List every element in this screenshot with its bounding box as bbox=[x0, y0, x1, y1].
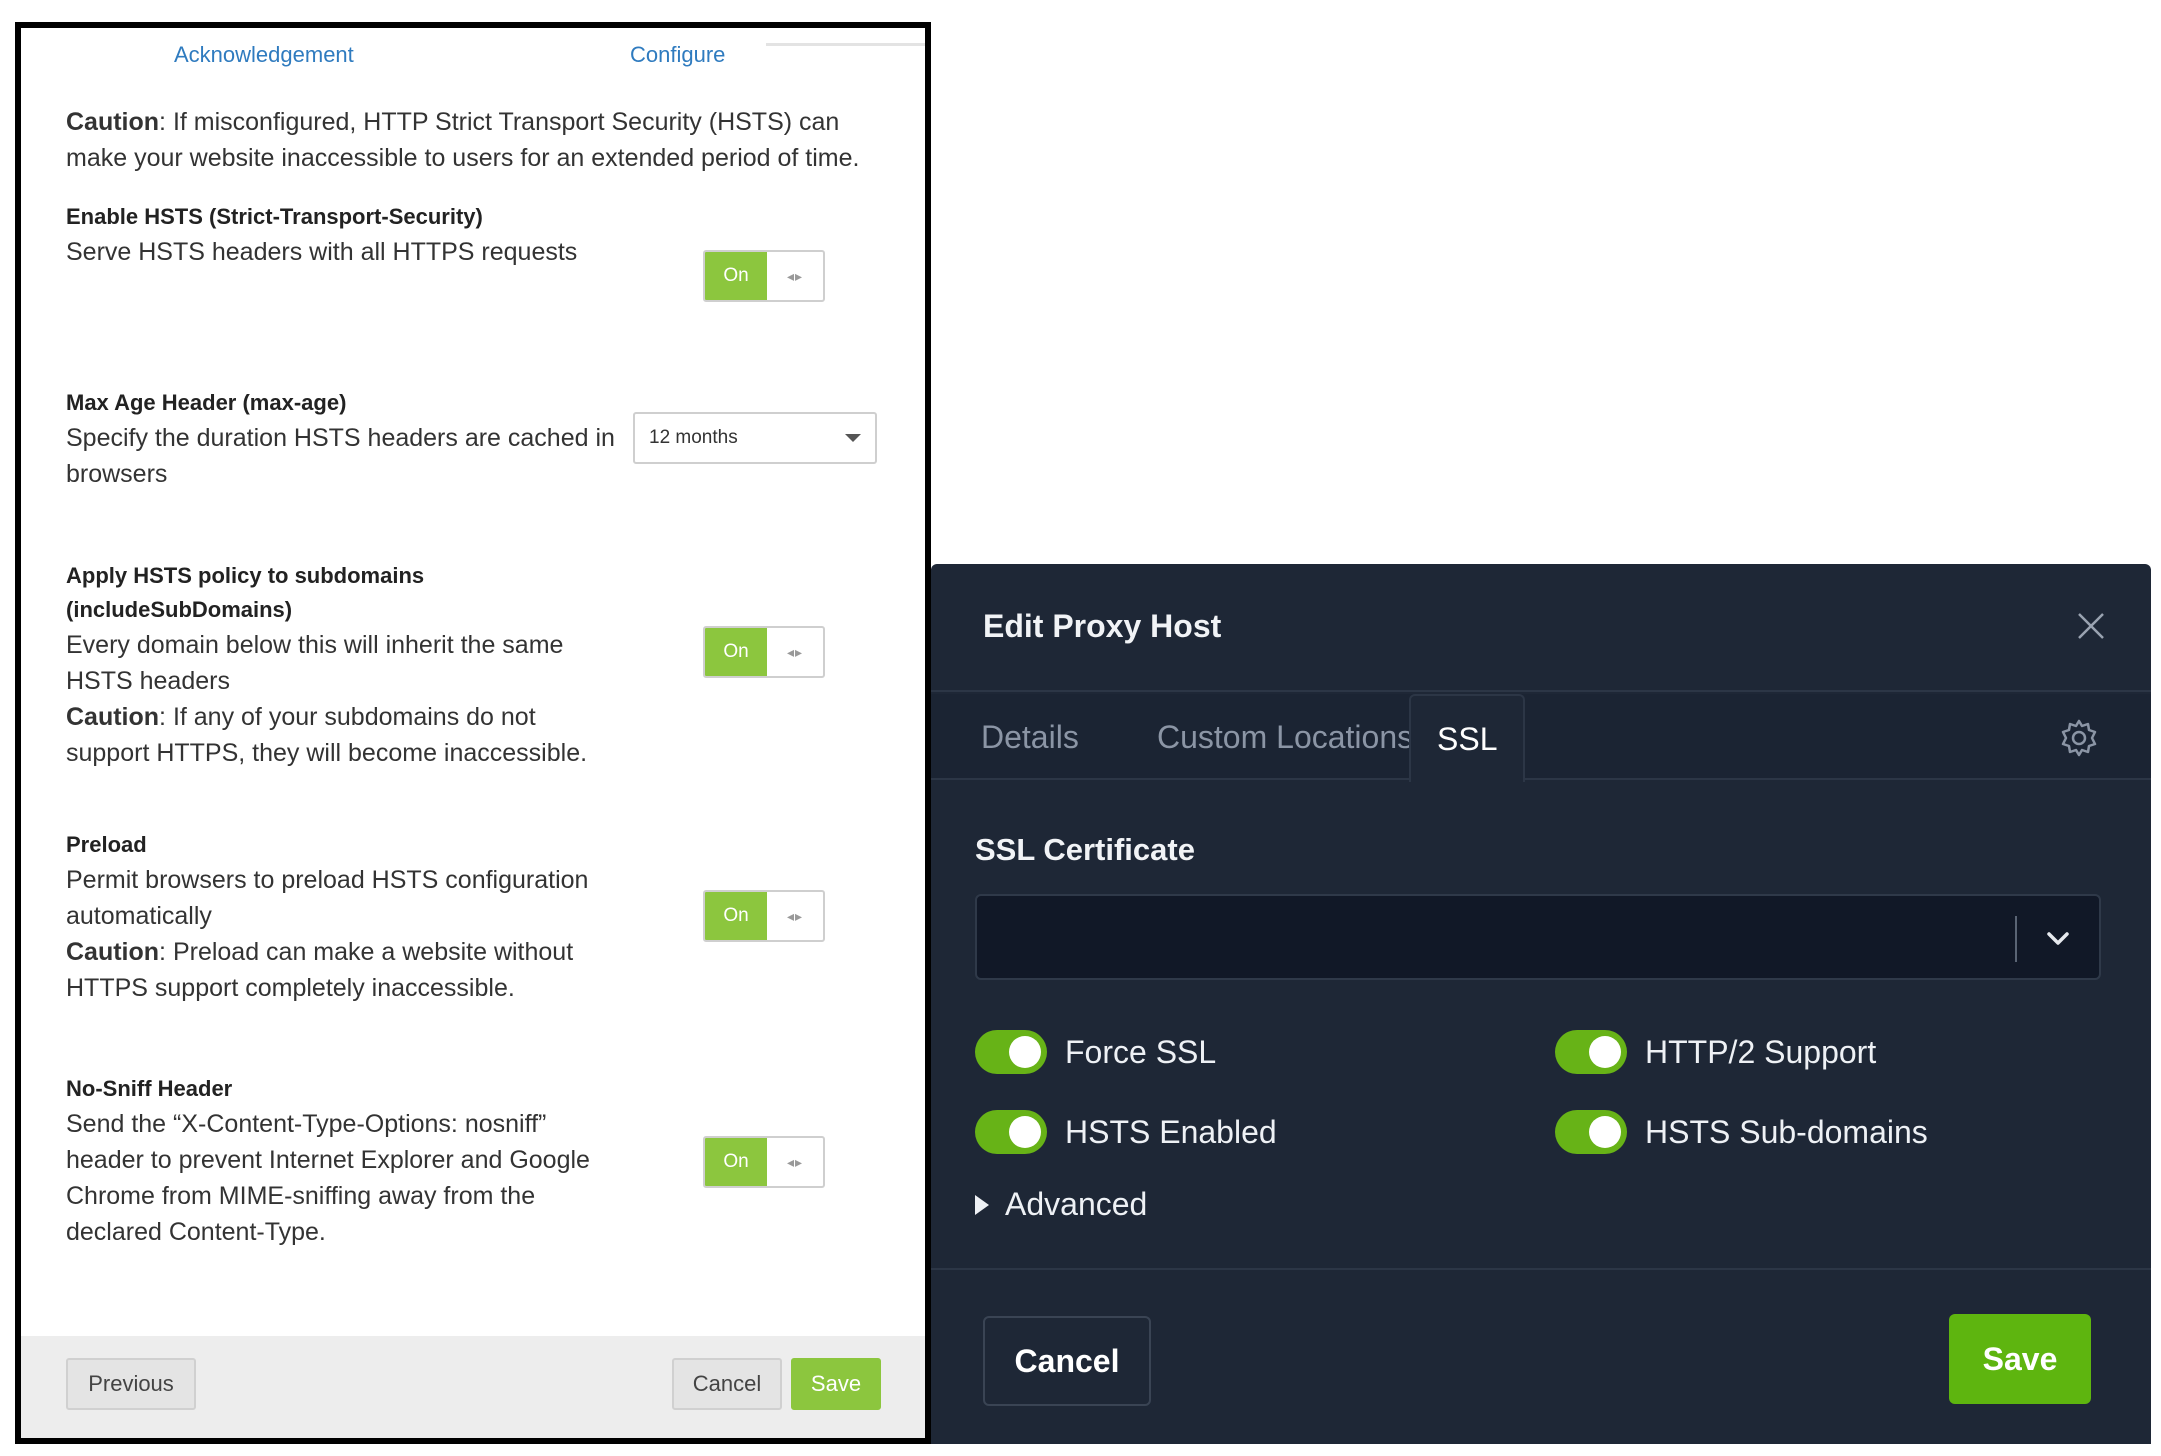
enable-hsts-desc: Serve HSTS headers with all HTTPS reques… bbox=[66, 238, 578, 266]
subdomains-row: Apply HSTS policy to subdomains (include… bbox=[66, 559, 606, 771]
switch-track bbox=[975, 1110, 1047, 1154]
hsts-config-dialog: Acknowledgement Configure Caution: If mi… bbox=[15, 22, 931, 1444]
tab-underline bbox=[766, 28, 925, 46]
toggle-handle-icon: ◂▸ bbox=[786, 1153, 804, 1170]
modal-tabs: Details Custom Locations SSL bbox=[931, 694, 2151, 782]
preload-toggle[interactable]: On ◂▸ bbox=[703, 890, 825, 942]
caution-message: Caution: If misconfigured, HTTP Strict T… bbox=[66, 104, 866, 176]
modal-title: Edit Proxy Host bbox=[983, 608, 1222, 644]
tab-acknowledgement[interactable]: Acknowledgement bbox=[174, 42, 354, 68]
toggle-on-label: On bbox=[705, 628, 767, 676]
wizard-tabs: Acknowledgement Configure bbox=[21, 28, 925, 80]
toggle-handle-icon: ◂▸ bbox=[786, 267, 804, 284]
http2-support-switch[interactable]: HTTP/2 Support bbox=[1555, 1030, 1876, 1074]
http2-support-label: HTTP/2 Support bbox=[1645, 1033, 1877, 1070]
chevron-down-icon[interactable] bbox=[2041, 922, 2075, 956]
caret-down-icon bbox=[845, 434, 861, 442]
hsts-enabled-label: HSTS Enabled bbox=[1065, 1113, 1277, 1150]
nosniff-toggle[interactable]: On ◂▸ bbox=[703, 1136, 825, 1188]
previous-button[interactable]: Previous bbox=[66, 1358, 196, 1410]
switch-knob bbox=[1009, 1116, 1041, 1148]
nosniff-title: No-Sniff Header bbox=[66, 1076, 233, 1101]
nosniff-row: No-Sniff Header Send the “X-Content-Type… bbox=[66, 1072, 606, 1250]
subdomains-caution: Caution: If any of your subdomains do no… bbox=[66, 699, 606, 771]
switch-track bbox=[1555, 1110, 1627, 1154]
save-button[interactable]: Save bbox=[1949, 1314, 2091, 1404]
subdomains-caution-label: Caution bbox=[66, 703, 160, 731]
dialog-footer: Previous Cancel Save bbox=[21, 1336, 925, 1438]
switch-track bbox=[1555, 1030, 1627, 1074]
tab-details[interactable]: Details bbox=[955, 694, 1105, 780]
modal-footer: Cancel Save bbox=[931, 1268, 2151, 1444]
hsts-enabled-switch[interactable]: HSTS Enabled bbox=[975, 1110, 1277, 1154]
save-button[interactable]: Save bbox=[791, 1358, 881, 1410]
subdomains-desc: Every domain below this will inherit the… bbox=[66, 631, 564, 695]
cancel-button[interactable]: Cancel bbox=[672, 1358, 782, 1410]
cancel-button[interactable]: Cancel bbox=[983, 1316, 1151, 1406]
toggle-handle-icon: ◂▸ bbox=[786, 907, 804, 924]
ssl-certificate-select[interactable] bbox=[975, 894, 2101, 980]
force-ssl-label: Force SSL bbox=[1065, 1033, 1217, 1070]
switch-knob bbox=[1589, 1036, 1621, 1068]
max-age-value: 12 months bbox=[649, 427, 738, 448]
toggle-on-label: On bbox=[705, 1138, 767, 1186]
max-age-desc: Specify the duration HSTS headers are ca… bbox=[66, 424, 615, 488]
enable-hsts-title: Enable HSTS (Strict-Transport-Security) bbox=[66, 204, 483, 229]
max-age-select[interactable]: 12 months bbox=[633, 412, 877, 464]
tab-configure[interactable]: Configure bbox=[630, 42, 725, 68]
hsts-subdomains-switch[interactable]: HSTS Sub-domains bbox=[1555, 1110, 1928, 1154]
tab-custom-locations[interactable]: Custom Locations bbox=[1131, 694, 1439, 780]
preload-row: Preload Permit browsers to preload HSTS … bbox=[66, 828, 606, 1006]
advanced-toggle[interactable]: Advanced bbox=[975, 1186, 1147, 1223]
subdomains-title: Apply HSTS policy to subdomains (include… bbox=[66, 563, 425, 622]
ssl-certificate-label: SSL Certificate bbox=[975, 832, 1195, 867]
advanced-label: Advanced bbox=[1005, 1186, 1148, 1222]
toggle-handle-icon: ◂▸ bbox=[786, 643, 804, 660]
max-age-title: Max Age Header (max-age) bbox=[66, 390, 347, 415]
switch-track bbox=[975, 1030, 1047, 1074]
preload-desc: Permit browsers to preload HSTS configur… bbox=[66, 866, 589, 930]
subdomains-toggle[interactable]: On ◂▸ bbox=[703, 626, 825, 678]
force-ssl-switch[interactable]: Force SSL bbox=[975, 1030, 1216, 1074]
preload-caution-label: Caution bbox=[66, 938, 160, 966]
modal-header: Edit Proxy Host bbox=[931, 564, 2151, 692]
switch-knob bbox=[1589, 1116, 1621, 1148]
toggle-on-label: On bbox=[705, 892, 767, 940]
switch-knob bbox=[1009, 1036, 1041, 1068]
tab-ssl[interactable]: SSL bbox=[1409, 694, 1526, 782]
close-icon[interactable] bbox=[2075, 610, 2107, 642]
max-age-row: Max Age Header (max-age) Specify the dur… bbox=[66, 386, 616, 492]
edit-proxy-host-modal: Edit Proxy Host Details Custom Locations… bbox=[931, 564, 2151, 1444]
enable-hsts-row: Enable HSTS (Strict-Transport-Security) … bbox=[66, 200, 626, 270]
enable-hsts-toggle[interactable]: On ◂▸ bbox=[703, 250, 825, 302]
caution-label: Caution bbox=[66, 108, 160, 136]
hsts-subdomains-label: HSTS Sub-domains bbox=[1645, 1113, 1928, 1150]
gear-icon[interactable] bbox=[2059, 718, 2099, 758]
toggle-on-label: On bbox=[705, 252, 767, 300]
caret-right-icon bbox=[975, 1194, 989, 1215]
nosniff-desc: Send the “X-Content-Type-Options: nosnif… bbox=[66, 1110, 590, 1246]
preload-caution: Caution: Preload can make a website with… bbox=[66, 934, 606, 1006]
preload-title: Preload bbox=[66, 832, 147, 857]
caution-text: : If misconfigured, HTTP Strict Transpor… bbox=[66, 108, 860, 172]
select-divider bbox=[2015, 916, 2017, 962]
